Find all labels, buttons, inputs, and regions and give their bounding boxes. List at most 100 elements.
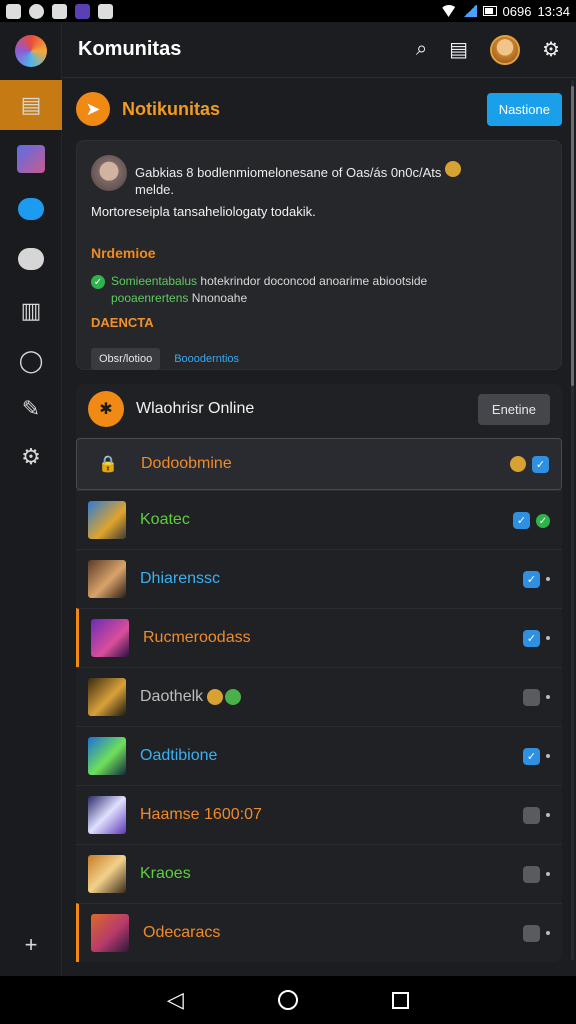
more-dot-icon[interactable] [546, 931, 550, 935]
profile-avatar[interactable] [490, 34, 521, 65]
member-name: Haamse 1600:07 [140, 806, 262, 823]
member-checkbox[interactable]: ✓ [523, 570, 540, 588]
member-status: ✓ [510, 455, 549, 473]
gear-icon: ⚙ [21, 444, 41, 469]
post-chip[interactable]: Obsr/lotioo [91, 348, 161, 370]
emoji-icon [225, 689, 242, 705]
post-intro-line2: melde. [135, 182, 175, 197]
member-name: Dhiarenssc [140, 570, 221, 587]
member-avatar[interactable] [91, 914, 129, 952]
more-dot-icon[interactable] [546, 577, 550, 581]
clock: 13:34 [537, 3, 570, 19]
member-row[interactable]: 🔒 Dodoobmine ✓ [76, 438, 562, 490]
battery-icon [482, 6, 497, 16]
member-avatar[interactable] [91, 619, 129, 657]
member-row[interactable]: Koatec ✓ ✓ [76, 490, 562, 549]
post-intro-line1: Gabkias 8 bodlenmiomelonesane of Oas/ás … [135, 165, 442, 180]
rail-settings[interactable]: ⚙ [0, 432, 62, 482]
post-link[interactable]: Boooderntios [166, 348, 247, 370]
member-status: ✓ [523, 747, 550, 765]
member-checkbox[interactable]: ✓ [513, 511, 530, 529]
post-heading: Nrdemioe [91, 245, 156, 261]
member-status [523, 924, 550, 942]
rail-edit[interactable]: ✎ [0, 384, 62, 434]
search-icon[interactable]: ⌕ [416, 38, 427, 61]
signal-icon [462, 5, 477, 17]
app-logo[interactable] [0, 26, 62, 76]
page-title: Komunitas [78, 38, 182, 60]
rail-chat[interactable] [0, 184, 62, 234]
status-bar: 0696 13:34 [0, 0, 576, 22]
post-card[interactable]: Gabkias 8 bodlenmiomelonesane of Oas/ás … [76, 140, 562, 370]
author-avatar[interactable] [91, 155, 127, 191]
member-row[interactable]: Oadtibione ✓ [76, 726, 562, 785]
members-title: Wlaohrisr Online [136, 400, 255, 417]
post-chips: Obsr/lotioo Boooderntios [91, 348, 547, 370]
member-status [523, 865, 550, 883]
member-checkbox[interactable]: ✓ [523, 747, 540, 765]
member-avatar[interactable] [88, 737, 126, 775]
member-row[interactable]: Odecaracs [76, 903, 562, 962]
member-status: ✓ [523, 629, 550, 647]
home-button-icon[interactable] [277, 990, 298, 1010]
more-dot-icon[interactable] [546, 872, 550, 876]
post-author: Gabkias 8 bodlenmiomelonesane of Oas/ás … [91, 155, 547, 198]
member-checkbox[interactable] [523, 924, 540, 942]
rail-add[interactable]: + [0, 920, 62, 970]
gallery-notification-icon [6, 3, 21, 19]
member-checkbox[interactable] [523, 688, 540, 706]
member-name: Dodoobmine [141, 455, 232, 472]
member-checkbox[interactable]: ✓ [532, 455, 549, 473]
more-dot-icon[interactable] [546, 636, 550, 640]
member-row[interactable]: Daothelk [76, 667, 562, 726]
back-icon[interactable]: ◁ [167, 987, 184, 1013]
rail-search[interactable]: ◯ [0, 336, 62, 386]
member-list: 🔒 Dodoobmine ✓ Koatec ✓ ✓ Dhiarenssc ✓ Rucmerood… [76, 438, 562, 962]
more-dot-icon[interactable] [546, 695, 550, 699]
member-avatar[interactable] [88, 501, 126, 539]
member-avatar[interactable] [88, 560, 126, 598]
announcement-header: ➤ Notikunitas Nastione [76, 78, 562, 140]
member-avatar[interactable] [88, 796, 126, 834]
list-icon[interactable]: ▤ [449, 37, 468, 62]
rail-community[interactable] [0, 134, 62, 184]
rail-discord[interactable] [0, 234, 62, 284]
member-avatar[interactable] [88, 678, 126, 716]
more-dot-icon[interactable] [546, 813, 550, 817]
bolt-icon: ➤ [76, 92, 110, 126]
verified-icon: ✓ [536, 514, 550, 528]
app-notification-icon [75, 3, 90, 19]
announcement-action-button[interactable]: Nastione [486, 92, 562, 126]
rail-home[interactable]: ▤ [0, 80, 62, 130]
discord-icon [18, 248, 44, 270]
post-intro: Gabkias 8 bodlenmiomelonesane of Oas/ás … [135, 155, 462, 198]
member-row[interactable]: Haamse 1600:07 [76, 785, 562, 844]
more-dot-icon[interactable] [546, 754, 550, 758]
member-checkbox[interactable] [523, 865, 540, 883]
member-checkbox[interactable] [523, 806, 540, 824]
image-notification-icon [98, 3, 113, 19]
settings-icon[interactable]: ⚙ [542, 37, 560, 62]
announcement-title: Notikunitas [122, 98, 221, 119]
main-content: ➤ Notikunitas Nastione Gabkias 8 bodlenm… [62, 78, 576, 976]
member-checkbox[interactable]: ✓ [523, 629, 540, 647]
check-text-b: hotekrindor doconcod anoarime abiootside [200, 274, 428, 288]
member-avatar[interactable] [88, 855, 126, 893]
top-actions: ⌕ ▤ ⚙ [416, 34, 560, 65]
member-row[interactable]: Dhiarenssc ✓ [76, 549, 562, 608]
member-status: ✓ [523, 570, 550, 588]
members-header: ✱ Wlaohrisr Online Enetine [76, 384, 562, 434]
book-icon: ▥ [20, 298, 42, 323]
members-action-button[interactable]: Enetine [477, 393, 550, 425]
wifi-icon [440, 5, 457, 17]
recents-icon[interactable] [391, 991, 409, 1009]
member-name: Odecaracs [143, 924, 221, 941]
scrollbar-thumb[interactable] [571, 86, 574, 386]
status-icons-left [6, 3, 113, 19]
lock-notification-icon [52, 3, 67, 19]
member-row[interactable]: Rucmeroodass ✓ [76, 608, 562, 667]
community-avatar-icon [17, 145, 45, 173]
lock-icon: 🔒 [98, 456, 118, 473]
rail-book[interactable]: ▥ [0, 286, 62, 336]
member-row[interactable]: Kraoes [76, 844, 562, 903]
